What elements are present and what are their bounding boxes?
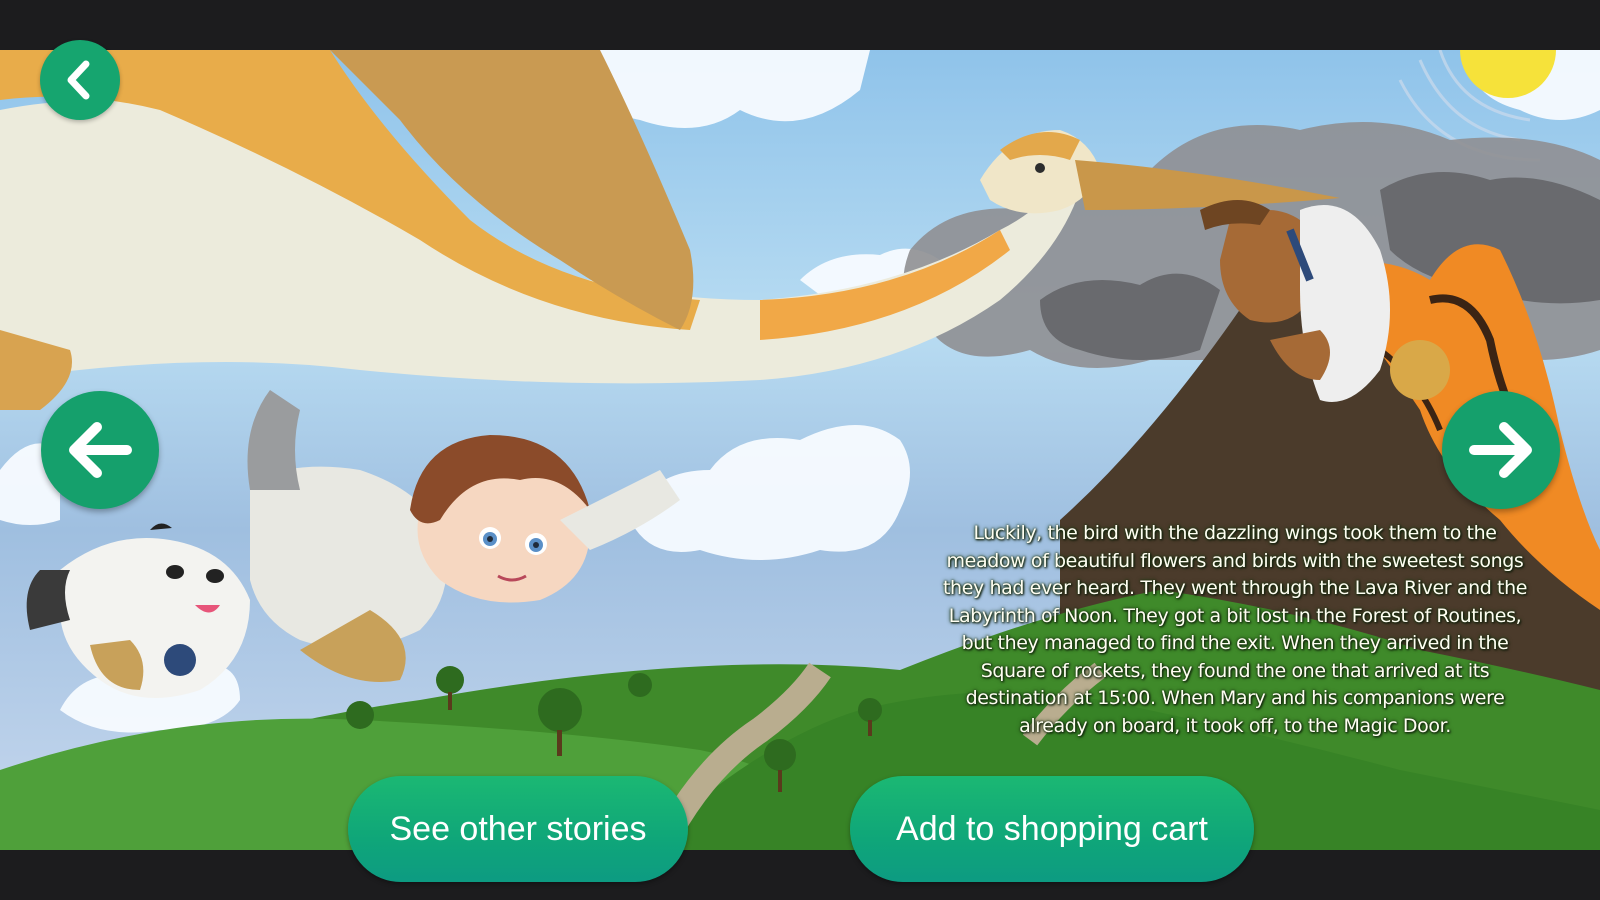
arrow-right-icon (1469, 422, 1532, 478)
story-line: Square of rockets, they found the one th… (980, 659, 1490, 682)
story-line: they had ever heard. They went through t… (943, 577, 1527, 599)
story-line: Labyrinth of Noon. They got a bit lost i… (948, 604, 1522, 627)
story-line: meadow of beautiful flowers and birds wi… (946, 549, 1524, 572)
chevron-left-icon (67, 60, 90, 100)
story-line: but they managed to find the exit. When … (961, 632, 1509, 654)
story-line: destination at 15:00. When Mary and his … (965, 687, 1505, 709)
story-paragraph: Luckily, the bird with the dazzling wing… (905, 520, 1565, 740)
previous-page-button[interactable] (41, 391, 159, 509)
story-line: already on board, it took off, to the Ma… (1019, 714, 1451, 737)
back-button[interactable] (40, 40, 120, 120)
next-page-button[interactable] (1442, 391, 1560, 509)
story-line: Luckily, the bird with the dazzling wing… (973, 522, 1497, 544)
story-page: Luckily, the bird with the dazzling wing… (0, 50, 1600, 850)
arrow-left-icon (69, 422, 132, 478)
add-to-cart-button[interactable]: Add to shopping cart (850, 776, 1254, 882)
see-other-stories-button[interactable]: See other stories (348, 776, 688, 882)
